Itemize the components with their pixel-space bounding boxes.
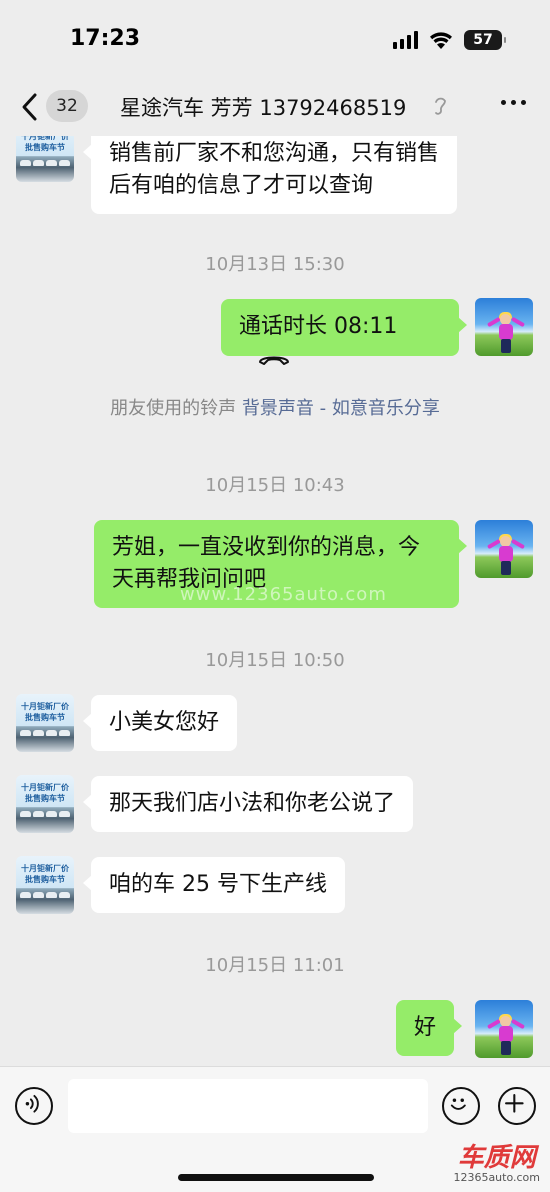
phone-hangup-icon bbox=[259, 356, 289, 365]
status-time: 17:23 bbox=[70, 26, 141, 51]
ringtone-notice-prefix: 朋友使用的铃声 bbox=[110, 398, 237, 419]
message-bubble[interactable]: 销售前厂家不和您沟通，只有销售后有咱的信息了才可以查询 bbox=[83, 136, 457, 214]
status-icons: 57 bbox=[393, 30, 506, 50]
earpiece-mode-icon bbox=[435, 97, 446, 115]
dealer-avatar[interactable]: 十月钜新厂价 批售购车节 bbox=[16, 136, 74, 182]
voice-icon bbox=[25, 1094, 39, 1113]
call-record-bubble[interactable]: 通话时长 08:11 bbox=[221, 299, 467, 365]
smiley-icon bbox=[450, 1098, 466, 1110]
more-actions-button[interactable] bbox=[498, 1087, 536, 1125]
plus-icon bbox=[505, 1094, 524, 1113]
dealer-avatar[interactable]: 十月钜新厂价 批售购车节 bbox=[16, 694, 74, 752]
emoji-button[interactable] bbox=[442, 1087, 480, 1125]
timestamp: 10月15日 11:01 bbox=[205, 955, 345, 976]
wifi-icon bbox=[430, 32, 452, 49]
dealer-avatar-text: 十月钜新厂价 批售购车节 bbox=[21, 136, 69, 152]
timestamp: 10月13日 15:30 bbox=[205, 254, 345, 275]
site-logo: 车质网 12365auto.com bbox=[453, 1143, 540, 1184]
my-avatar[interactable] bbox=[475, 520, 533, 578]
message-text-input[interactable] bbox=[68, 1079, 428, 1133]
chat-header: 32 星途汽车 芳芳 13792468519 bbox=[0, 78, 550, 136]
chat-title: 星途汽车 芳芳 13792468519 bbox=[120, 96, 407, 120]
message-bubble[interactable]: 好 bbox=[396, 1000, 463, 1056]
voice-input-button[interactable] bbox=[15, 1087, 53, 1125]
dealer-avatar[interactable]: 十月钜新厂价 批售购车节 bbox=[16, 775, 74, 833]
message-bubble[interactable]: 小美女您好 bbox=[82, 695, 238, 751]
my-avatar[interactable] bbox=[475, 298, 533, 356]
timestamp: 10月15日 10:50 bbox=[205, 650, 345, 671]
dealer-avatar[interactable]: 十月钜新厂价 批售购车节 bbox=[16, 856, 74, 914]
call-duration-text: 通话时长 08:11 bbox=[239, 314, 398, 339]
chat-message-list[interactable]: 十月钜新厂价 批售购车节 销售前厂家不和您沟通，只有销售后有咱的信息了才可以查询 … bbox=[0, 136, 550, 1066]
more-options-icon[interactable] bbox=[501, 100, 526, 105]
status-bar: 17:23 57 bbox=[0, 0, 550, 78]
timestamp: 10月15日 10:43 bbox=[205, 475, 345, 496]
home-indicator[interactable] bbox=[178, 1174, 374, 1181]
battery-icon: 57 bbox=[464, 30, 506, 50]
unread-count-badge[interactable]: 32 bbox=[46, 90, 88, 122]
watermark: www.12365auto.com bbox=[180, 584, 387, 605]
message-bubble[interactable]: 那天我们店小法和你老公说了 bbox=[82, 776, 414, 832]
my-avatar[interactable] bbox=[475, 1000, 533, 1058]
ringtone-link[interactable]: 背景声音 - 如意音乐分享 bbox=[242, 398, 440, 419]
message-bubble[interactable]: 咱的车 25 号下生产线 bbox=[83, 857, 345, 913]
cellular-signal-icon bbox=[393, 31, 418, 49]
ringtone-notice: 朋友使用的铃声 背景声音 - 如意音乐分享 bbox=[0, 394, 550, 420]
back-chevron-icon[interactable] bbox=[20, 92, 40, 122]
